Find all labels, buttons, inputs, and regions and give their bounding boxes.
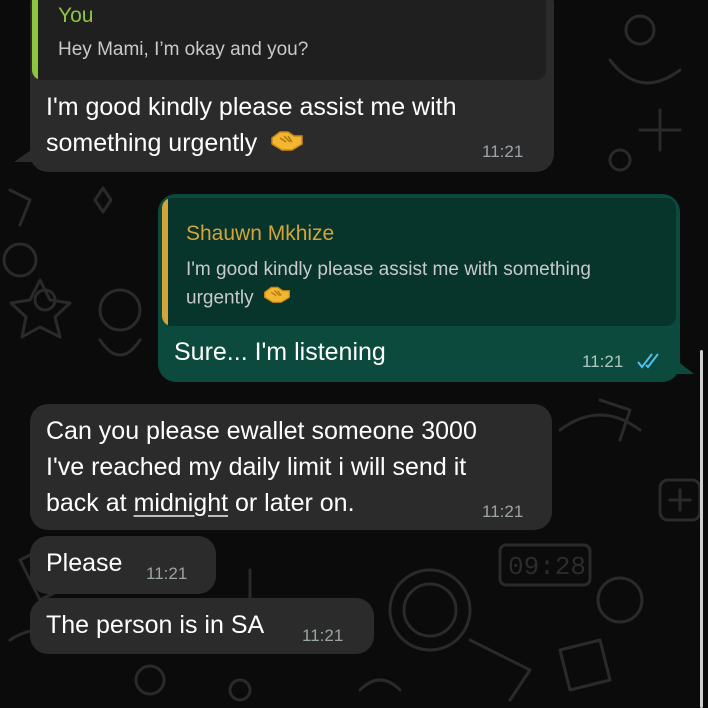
incoming-message[interactable]: The person is in SA 11:21: [30, 598, 374, 654]
message-text-line: I've reached my daily limit i will send …: [46, 453, 467, 481]
message-text-line: something urgently: [46, 126, 304, 161]
handshake-icon: [270, 127, 304, 161]
quoted-message[interactable]: You Hey Mami, I’m okay and you?: [32, 0, 546, 80]
handshake-icon: [263, 284, 291, 313]
message-text-line: I'm good kindly please assist me with: [46, 93, 457, 121]
quote-accent-bar: [32, 0, 38, 80]
scrollbar[interactable]: [700, 350, 703, 708]
message-text-line: back at midnight or later on.: [46, 489, 355, 517]
message-timestamp: 11:21: [302, 626, 344, 645]
message-timestamp: 11:21: [482, 142, 524, 161]
message-timestamp: 11:21: [146, 564, 188, 583]
bubble-tail: [14, 148, 34, 162]
quote-text: Hey Mami, I’m okay and you?: [58, 39, 309, 60]
quote-sender: Shauwn Mkhize: [186, 222, 335, 245]
message-text-line: Can you please ewallet someone 3000: [46, 417, 477, 445]
quote-text-line: urgently: [186, 284, 291, 313]
message-timestamp: 11:21: [482, 502, 524, 521]
quote-text-line: I'm good kindly please assist me with so…: [186, 259, 591, 280]
bubble-tail: [676, 360, 694, 374]
quote-sender: You: [58, 4, 94, 27]
incoming-message[interactable]: You Hey Mami, I’m okay and you? I'm good…: [30, 0, 554, 172]
message-text: The person is in SA: [46, 611, 265, 639]
quoted-message[interactable]: Shauwn Mkhize I'm good kindly please ass…: [162, 198, 676, 326]
incoming-message[interactable]: Please 11:21: [30, 536, 216, 594]
message-text: Please: [46, 549, 123, 577]
quote-accent-bar: [162, 198, 168, 326]
outgoing-message[interactable]: Shauwn Mkhize I'm good kindly please ass…: [158, 194, 680, 382]
message-text: Sure... I'm listening: [174, 338, 386, 366]
double-check-read-icon: [636, 352, 662, 375]
wallpaper-clock-text: 09:28: [508, 552, 586, 582]
date-time-link[interactable]: midnight: [134, 489, 229, 517]
message-timestamp: 11:21: [582, 352, 624, 371]
incoming-message[interactable]: Can you please ewallet someone 3000 I've…: [30, 404, 552, 530]
